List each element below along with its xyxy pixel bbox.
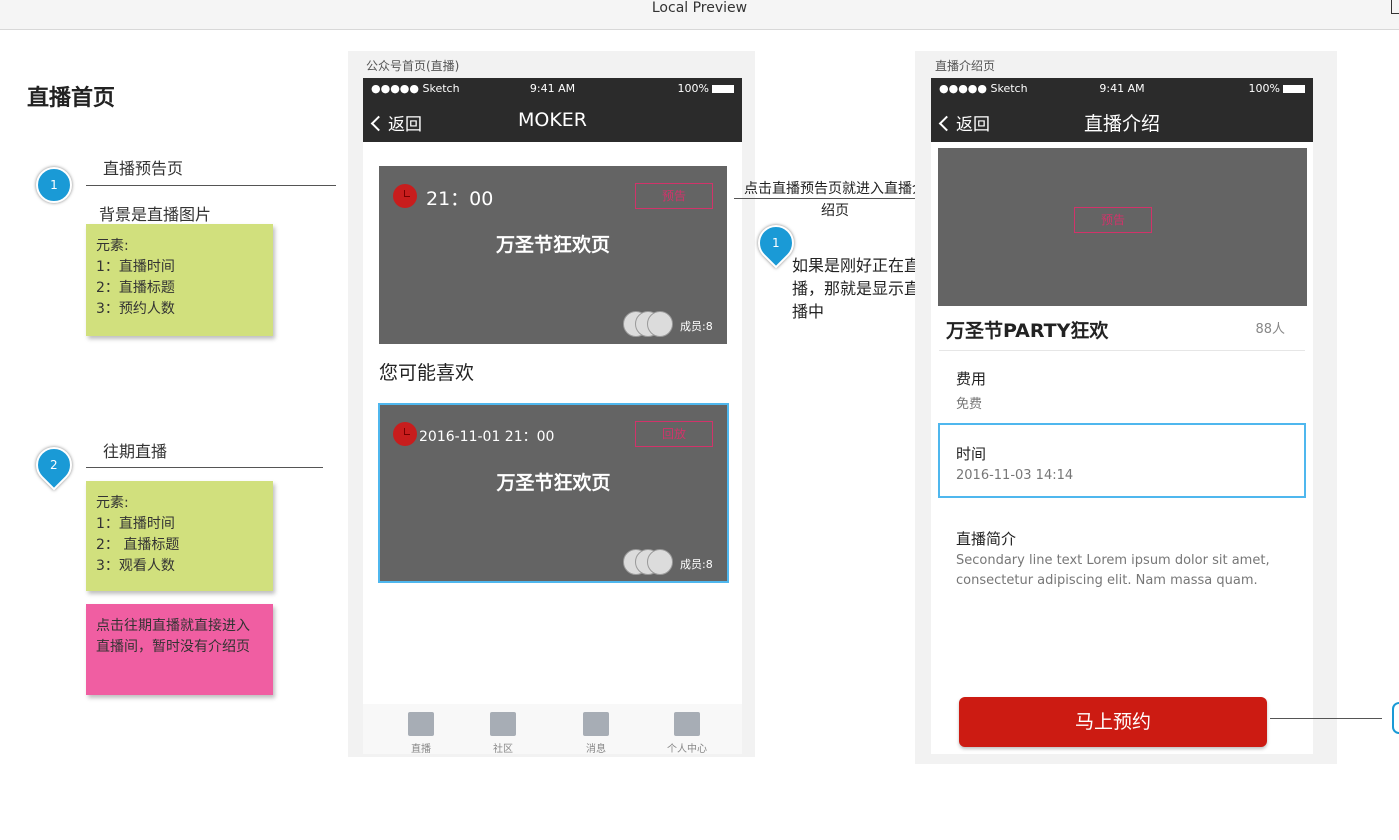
nav-bar: 返回 直播介绍 bbox=[931, 100, 1313, 142]
card-time: 2016-11-01 21：00 bbox=[419, 429, 555, 445]
tab-bar: 直播 社区 消息 个人中心 bbox=[363, 704, 742, 754]
event-title: 万圣节PARTY狂欢 bbox=[946, 320, 1109, 342]
status-bar: ●●●●● Sketch 9:41 AM 100% bbox=[931, 78, 1313, 100]
tab-label: 社区 bbox=[493, 744, 513, 754]
annotation-label-past: 往期直播 bbox=[103, 442, 168, 461]
live-icon bbox=[408, 712, 434, 736]
intro-row: 直播简介 Secondary line text Lorem ipsum dol… bbox=[939, 528, 1299, 591]
sticky-note-past-live: 点击往期直播就直接进入直播间，暂时没有介绍页 bbox=[86, 604, 273, 695]
battery-label: 100% bbox=[1248, 82, 1280, 95]
annotation-label-preview: 直播预告页 bbox=[103, 159, 184, 178]
intro-label: 直播简介 bbox=[956, 530, 1017, 548]
window-titlebar: Local Preview bbox=[0, 0, 1399, 30]
tab-live[interactable]: 直播 bbox=[391, 704, 451, 754]
battery-icon bbox=[712, 85, 734, 93]
battery-icon bbox=[1283, 85, 1305, 93]
note-line: 1：直播时间 bbox=[96, 516, 175, 532]
note-line: 元素: bbox=[96, 495, 129, 511]
fee-label: 费用 bbox=[956, 370, 987, 388]
annotation-marker-1[interactable]: 1 bbox=[36, 167, 72, 203]
community-icon bbox=[490, 712, 516, 736]
phone2-caption: 直播介绍页 bbox=[935, 59, 996, 73]
note-line: 3：观看人数 bbox=[96, 558, 175, 574]
sticky-note-elements-1: 元素: 1：直播时间 2：直播标题 3：预约人数 bbox=[86, 224, 273, 336]
nav-title: 直播介绍 bbox=[1083, 113, 1160, 135]
avatar bbox=[647, 311, 673, 337]
nav-title: MOKER bbox=[517, 109, 587, 131]
card-title: 万圣节狂欢页 bbox=[495, 234, 610, 256]
clock-icon bbox=[393, 422, 417, 446]
live-preview-card[interactable]: 21：00 预告 万圣节狂欢页 成员:8 bbox=[379, 166, 727, 344]
section-title: 您可能喜欢 bbox=[379, 362, 475, 384]
card-title: 万圣节狂欢页 bbox=[496, 472, 611, 494]
tab-label: 消息 bbox=[586, 744, 606, 754]
tab-messages[interactable]: 消息 bbox=[566, 704, 626, 754]
phone2-screen: ●●●●● Sketch 9:41 AM 100% 返回 直播介绍 预告 万圣节… bbox=[931, 78, 1313, 754]
tab-label: 直播 bbox=[411, 744, 431, 754]
note-line: 元素: bbox=[96, 238, 129, 254]
battery-label: 100% bbox=[677, 82, 709, 95]
annotation-line-right bbox=[1270, 718, 1382, 719]
live-status-note: 如果是刚好正在直播，那就是显示直播中 bbox=[792, 256, 921, 321]
connector-note: 点击直播预告页就进入直播介绍页 bbox=[744, 181, 926, 219]
avatar bbox=[647, 549, 673, 575]
participant-count: 88人 bbox=[1255, 322, 1285, 337]
preview-badge: 预告 bbox=[635, 183, 713, 209]
book-now-button[interactable]: 马上预约 bbox=[959, 697, 1267, 747]
phone1-screen: ●●●●● Sketch 9:41 AM 100% 返回 MOKER 21：00… bbox=[363, 78, 742, 754]
banner-image: 预告 bbox=[938, 148, 1307, 306]
time-value: 2016-11-03 14:14 bbox=[956, 468, 1074, 483]
annotation-subtitle: 背景是直播图片 bbox=[99, 205, 212, 224]
intro-text: Secondary line text Lorem ipsum dolor si… bbox=[956, 553, 1270, 588]
fee-row: 费用 免费 bbox=[939, 368, 1305, 412]
phone1-caption: 公众号首页(直播) bbox=[366, 59, 460, 73]
past-live-card[interactable]: 2016-11-01 21：00 回放 万圣节狂欢页 成员:8 bbox=[378, 403, 729, 583]
note-line: 1：直播时间 bbox=[96, 259, 175, 275]
message-icon bbox=[583, 712, 609, 736]
tab-profile[interactable]: 个人中心 bbox=[657, 704, 717, 754]
note-line: 2： 直播标题 bbox=[96, 537, 180, 553]
tab-label: 个人中心 bbox=[667, 744, 707, 754]
time-row[interactable]: 时间 2016-11-03 14:14 bbox=[938, 423, 1306, 498]
note-line: 3：预约人数 bbox=[96, 301, 175, 317]
card-time: 21：00 bbox=[426, 188, 494, 210]
page-title: 直播首页 bbox=[27, 86, 116, 111]
status-bar: ●●●●● Sketch 9:41 AM 100% bbox=[363, 78, 742, 100]
annotation-marker-edge[interactable] bbox=[1392, 702, 1399, 734]
sticky-note-elements-2: 元素: 1：直播时间 2： 直播标题 3：观看人数 bbox=[86, 481, 273, 591]
tab-community[interactable]: 社区 bbox=[473, 704, 533, 754]
nav-bar: 返回 MOKER bbox=[363, 100, 742, 142]
fee-value: 免费 bbox=[956, 397, 983, 412]
battery-status: 100% bbox=[678, 82, 734, 95]
preview-badge: 预告 bbox=[1074, 207, 1152, 233]
window-title: Local Preview bbox=[651, 0, 748, 16]
battery-status: 100% bbox=[1249, 82, 1305, 95]
annotation-marker-2[interactable]: 2 bbox=[28, 439, 80, 491]
window-corner-icon bbox=[1391, 0, 1399, 14]
annotation-line-2 bbox=[86, 467, 323, 468]
member-count: 成员:8 bbox=[680, 320, 713, 333]
time-label: 时间 bbox=[956, 445, 987, 463]
member-count: 成员:8 bbox=[680, 558, 713, 571]
replay-badge: 回放 bbox=[635, 421, 713, 447]
profile-icon bbox=[674, 712, 700, 736]
note-line: 2：直播标题 bbox=[96, 280, 175, 296]
divider bbox=[939, 350, 1305, 351]
avatar-group bbox=[623, 311, 675, 337]
clock-icon bbox=[393, 184, 417, 208]
avatar-group bbox=[623, 549, 675, 575]
annotation-line-1 bbox=[86, 185, 336, 186]
